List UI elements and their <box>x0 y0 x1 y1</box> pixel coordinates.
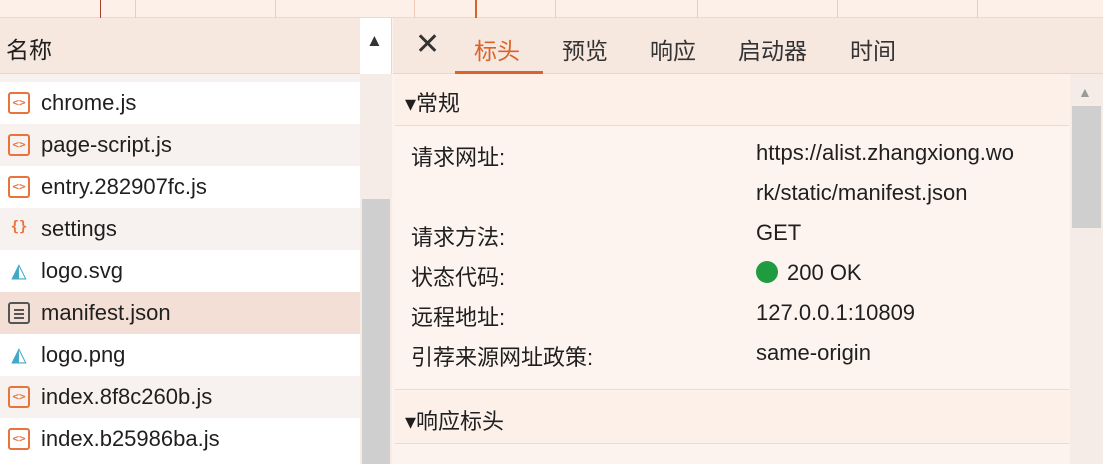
js-file-icon: <> <box>8 386 30 408</box>
js-file-icon: <> <box>8 176 30 198</box>
status-success-icon <box>756 261 778 283</box>
timeline-overview[interactable] <box>0 0 1103 18</box>
tab-response[interactable]: 响应 <box>650 32 696 74</box>
general-section-body: 请求网址: https://alist.zhangxiong.wo rk/sta… <box>395 126 1069 390</box>
file-name: index.8f8c260b.js <box>41 384 213 409</box>
request-url-value-continued: rk/static/manifest.json <box>756 180 968 205</box>
file-name: page-script.js <box>41 132 172 157</box>
scrollbar-thumb[interactable] <box>1072 106 1101 228</box>
referrer-policy-label: 引荐来源网址政策: <box>411 345 594 370</box>
list-item[interactable]: <> chrome.js <box>0 82 360 124</box>
general-section-header[interactable]: ▾常规 <box>395 74 1069 126</box>
list-item[interactable]: ◭ logo.png <box>0 334 360 376</box>
status-code-label: 状态代码: <box>411 265 506 290</box>
request-list-scrollbar[interactable] <box>360 74 392 464</box>
details-scrollbar[interactable]: ▲ <box>1070 74 1103 464</box>
section-title: ▾常规 <box>405 91 461 116</box>
request-url-value: https://alist.zhangxiong.wo <box>756 140 1015 165</box>
list-item[interactable]: <> entry.282907fc.js <box>0 166 360 208</box>
request-details-pane: ✕ 标头 预览 响应 启动器 时间 ▾常规 请求网址: https://alis… <box>393 18 1103 464</box>
close-icon[interactable]: ✕ <box>415 27 440 63</box>
request-method-label: 请求方法: <box>411 225 506 250</box>
file-name: entry.282907fc.js <box>41 174 207 199</box>
tab-preview[interactable]: 预览 <box>562 32 608 74</box>
file-name: index.b25986ba.js <box>41 426 220 451</box>
name-column-header[interactable]: 名称 <box>0 18 360 74</box>
file-name: manifest.json <box>41 300 171 325</box>
referrer-policy-value: same-origin <box>756 340 871 365</box>
list-item[interactable]: ◭ logo.svg <box>0 250 360 292</box>
document-file-icon <box>8 302 30 324</box>
request-method-value: GET <box>756 220 802 245</box>
file-name: logo.svg <box>41 258 123 283</box>
timeline-gridline <box>135 0 136 18</box>
scroll-up-icon[interactable]: ▲ <box>1078 84 1092 100</box>
timeline-gridline <box>697 0 698 18</box>
list-item-selected[interactable]: manifest.json <box>0 292 360 334</box>
tab-initiator[interactable]: 启动器 <box>738 32 807 74</box>
js-file-icon: <> <box>8 428 30 450</box>
js-file-icon: <> <box>8 134 30 156</box>
details-tab-bar: ✕ 标头 预览 响应 启动器 时间 <box>393 18 1103 74</box>
file-name: settings <box>41 216 117 241</box>
list-item[interactable]: <> index.8f8c260b.js <box>0 376 360 418</box>
timeline-marker <box>100 0 101 18</box>
list-item[interactable]: {} settings <box>0 208 360 250</box>
list-item[interactable] <box>0 74 360 82</box>
timeline-gridline <box>977 0 978 18</box>
response-headers-section-header[interactable]: ▾响应标头 <box>395 392 1069 444</box>
name-column-label: 名称 <box>6 37 52 63</box>
timeline-gridline <box>275 0 276 18</box>
request-url-label: 请求网址: <box>411 145 506 170</box>
remote-address-value: 127.0.0.1:10809 <box>756 300 916 325</box>
timeline-gridline <box>414 0 415 18</box>
headers-content: ▾常规 请求网址: https://alist.zhangxiong.wo rk… <box>395 74 1069 464</box>
section-title: ▾响应标头 <box>405 409 505 434</box>
image-file-icon: ◭ <box>11 344 27 366</box>
timeline-gridline <box>555 0 556 18</box>
json-file-icon: {} <box>10 219 28 235</box>
file-name: logo.png <box>41 342 126 367</box>
js-file-icon: <> <box>8 92 30 114</box>
status-code-value: 200 OK <box>756 260 862 286</box>
timeline-event-marker <box>475 0 477 18</box>
timeline-gridline <box>837 0 838 18</box>
status-code-text: 200 OK <box>787 260 862 285</box>
file-name: chrome.js <box>41 90 137 115</box>
list-item[interactable]: <> page-script.js <box>0 124 360 166</box>
request-list-pane: 名称 ▲ <> chrome.js <> page-script.js <> e… <box>0 18 392 464</box>
tab-headers[interactable]: 标头 <box>474 32 520 74</box>
list-item[interactable]: <> index.b25986ba.js <box>0 418 360 460</box>
scrollbar-thumb[interactable] <box>362 199 390 464</box>
triangle-up-icon[interactable]: ▲ <box>366 31 383 51</box>
remote-address-label: 远程地址: <box>411 305 506 330</box>
image-file-icon: ◭ <box>11 260 27 282</box>
tab-timing[interactable]: 时间 <box>850 32 896 74</box>
request-list: <> chrome.js <> page-script.js <> entry.… <box>0 74 360 460</box>
